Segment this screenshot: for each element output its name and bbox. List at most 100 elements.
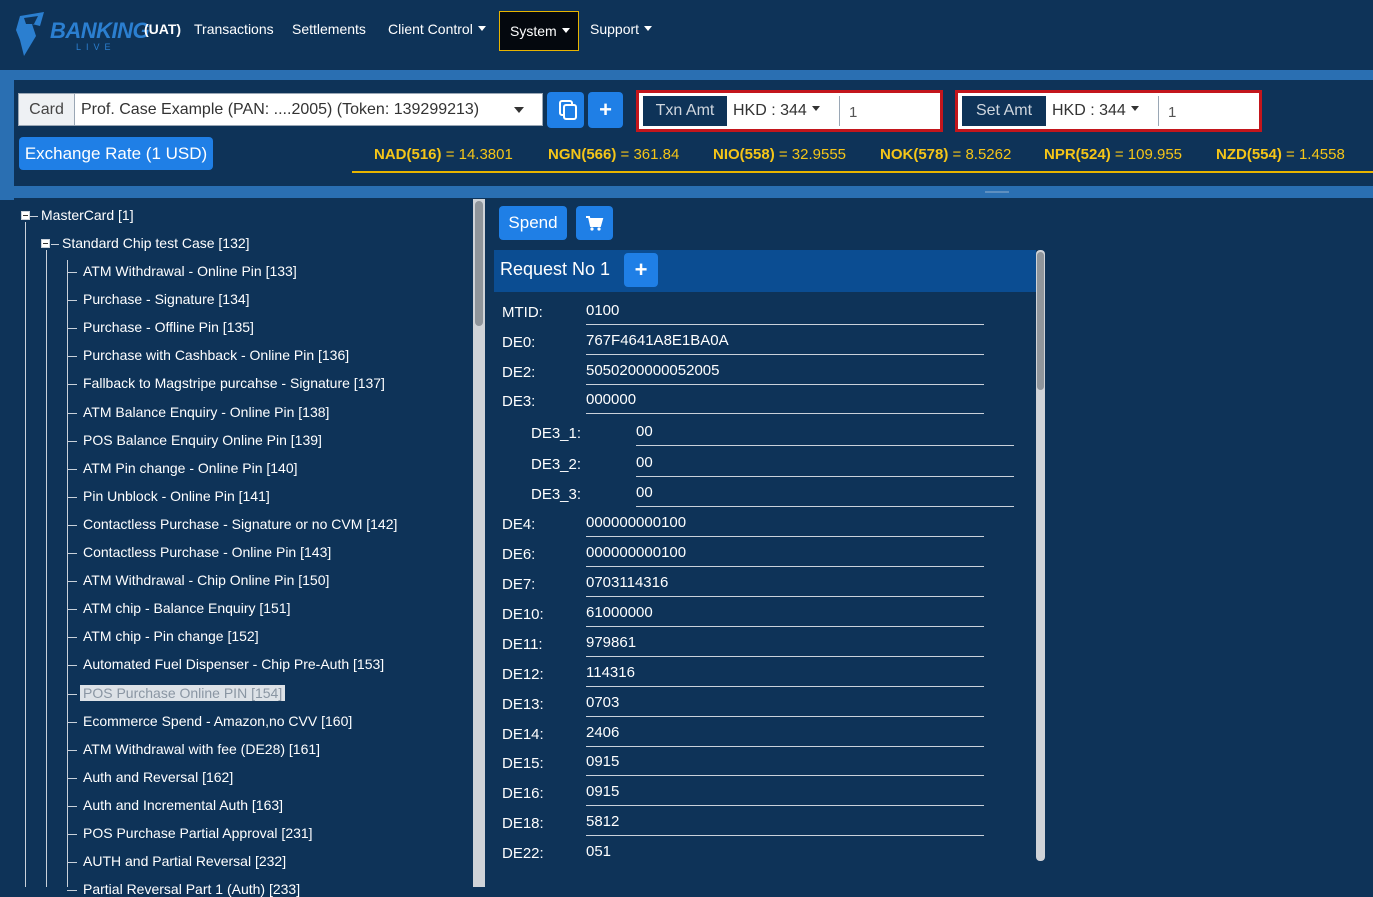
tree-branch-line [67, 834, 77, 835]
field-value-input[interactable]: 000000000100 [586, 544, 984, 567]
field-value-input[interactable]: 00 [636, 454, 1014, 477]
exchange-rate-button[interactable]: Exchange Rate (1 USD) [19, 137, 213, 170]
nav-system[interactable]: System [499, 11, 579, 51]
resize-handle[interactable] [985, 191, 1009, 193]
cart-button[interactable] [576, 206, 613, 240]
tree-group-standard-chip[interactable]: Standard Chip test Case [132] [62, 235, 250, 251]
field-label: DE11: [502, 636, 543, 653]
tree-item[interactable]: Purchase with Cashback - Online Pin [136… [83, 347, 349, 363]
field-label: DE10: [502, 606, 544, 623]
rate-item: NAD(516) = 14.3801 [374, 146, 513, 163]
chevron-down-icon [644, 25, 653, 31]
tree-item[interactable]: Auth and Reversal [162] [83, 769, 233, 785]
card-selector[interactable]: Card Prof. Case Example (PAN: ....2005) … [18, 93, 543, 126]
request-title: Request No 1 [500, 259, 611, 279]
txn-amt-label: Txn Amt [643, 96, 727, 126]
collapse-icon[interactable] [41, 239, 50, 248]
field-value-input[interactable]: 61000000 [586, 604, 984, 627]
set-currency-select[interactable]: HKD : 344 [1046, 96, 1159, 126]
tree-branch-line [67, 693, 77, 695]
tree-branch-line [67, 862, 77, 864]
tree-item[interactable]: Purchase - Signature [134] [83, 291, 250, 307]
field-value-input[interactable]: 2406 [586, 724, 984, 747]
field-value-input[interactable]: 0703 [586, 694, 984, 717]
toolbar-bottom-border [0, 186, 1373, 198]
tree-branch-line [67, 581, 77, 583]
txn-amount-group: Txn Amt HKD : 344 1 [636, 90, 943, 132]
add-request-button[interactable]: + [624, 253, 658, 287]
nav-client-control[interactable]: Client Control [388, 21, 486, 37]
tree-item[interactable]: ATM Pin change - Online Pin [140] [83, 460, 298, 476]
chevron-down-icon [811, 106, 820, 112]
field-value-input[interactable]: 00 [636, 484, 1014, 507]
collapse-icon[interactable] [21, 211, 30, 220]
tree-branch-line [67, 890, 77, 892]
tree-item[interactable]: POS Purchase Online PIN [154] [80, 684, 286, 701]
logo-mark-icon [16, 12, 44, 56]
field-value-input[interactable]: 5050200000052005 [586, 362, 984, 385]
toolbar-left-border [0, 80, 14, 200]
field-value-input[interactable]: 767F4641A8E1BA0A [586, 332, 984, 355]
panel-divider[interactable] [486, 198, 494, 887]
field-label: DE3_3: [531, 486, 582, 503]
toolbar-top-border [0, 70, 1373, 80]
copy-card-button[interactable] [547, 92, 584, 128]
field-value-input[interactable]: 00 [636, 423, 1014, 446]
rate-item: NGN(566) = 361.84 [548, 146, 680, 163]
tree-branch-line [67, 524, 77, 526]
spend-button[interactable]: Spend [499, 206, 567, 240]
field-value-input[interactable]: 5812 [586, 813, 984, 836]
tree-scrollbar-thumb[interactable] [475, 201, 483, 326]
field-label: DE3: [502, 393, 536, 410]
tree-branch-line [67, 777, 77, 779]
set-amount-input[interactable]: 1 [1168, 96, 1258, 126]
banking-live-logo[interactable]: BANKING LIVE [14, 8, 150, 60]
nav-transactions[interactable]: Transactions [194, 21, 274, 37]
field-value-input[interactable]: 114316 [586, 664, 984, 687]
card-select-value[interactable]: Prof. Case Example (PAN: ....2005) (Toke… [81, 94, 479, 125]
nav-settlements[interactable]: Settlements [292, 21, 366, 37]
tree-item[interactable]: ATM chip - Balance Enquiry [151] [83, 600, 291, 616]
tree-root-mastercard[interactable]: MasterCard [1] [41, 207, 134, 223]
tree-item[interactable]: Ecommerce Spend - Amazon,no CVV [160] [83, 713, 352, 729]
tree-item[interactable]: ATM Balance Enquiry - Online Pin [138] [83, 404, 329, 420]
tree-item[interactable]: POS Balance Enquiry Online Pin [139] [83, 432, 322, 448]
txn-currency-select[interactable]: HKD : 344 [727, 96, 840, 126]
tree-branch-line [67, 412, 77, 414]
field-value-input[interactable]: 979861 [586, 634, 984, 657]
request-scrollbar-thumb[interactable] [1037, 252, 1044, 390]
chevron-down-icon[interactable] [514, 107, 524, 113]
txn-amount-input[interactable]: 1 [849, 96, 939, 126]
field-label: DE7: [502, 576, 536, 593]
tree-item[interactable]: Contactless Purchase - Online Pin [143] [83, 544, 331, 560]
field-label: DE18: [502, 815, 544, 832]
tree-item[interactable]: Fallback to Magstripe purcahse - Signatu… [83, 375, 385, 391]
field-value-input[interactable]: 0703114316 [586, 574, 984, 597]
tree-item[interactable]: POS Purchase Partial Approval [231] [83, 825, 313, 841]
tree-item[interactable]: Automated Fuel Dispenser - Chip Pre-Auth… [83, 656, 384, 672]
tree-item[interactable]: Purchase - Offline Pin [135] [83, 319, 254, 335]
chevron-down-icon [561, 27, 570, 33]
field-value-input[interactable]: 0100 [586, 302, 984, 325]
tree-branch-line [67, 749, 77, 751]
tree-item[interactable]: ATM Withdrawal - Chip Online Pin [150] [83, 572, 329, 588]
tree-item[interactable]: ATM chip - Pin change [152] [83, 628, 259, 644]
tree-item[interactable]: Auth and Incremental Auth [163] [83, 797, 283, 813]
field-value-input[interactable]: 000000 [586, 391, 984, 414]
tree-item[interactable]: Pin Unblock - Online Pin [141] [83, 488, 270, 504]
field-label: DE16: [502, 785, 544, 802]
add-card-button[interactable]: + [588, 92, 623, 128]
tree-item[interactable]: ATM Withdrawal - Online Pin [133] [83, 263, 297, 279]
field-value-input[interactable]: 051 [586, 843, 984, 866]
card-label: Card [19, 94, 75, 125]
field-value-input[interactable]: 0915 [586, 753, 984, 776]
tree-item[interactable]: Partial Reversal Part 1 (Auth) [233] [83, 881, 300, 897]
tree-item[interactable]: Contactless Purchase - Signature or no C… [83, 516, 397, 532]
field-value-input[interactable]: 000000000100 [586, 514, 984, 537]
field-value-input[interactable]: 0915 [586, 783, 984, 806]
tree-item[interactable]: AUTH and Partial Reversal [232] [83, 853, 286, 869]
exchange-rate-ticker: NAD(516) = 14.3801 NGN(566) = 361.84 NIO… [352, 141, 1373, 173]
tree-item[interactable]: ATM Withdrawal with fee (DE28) [161] [83, 741, 320, 757]
tree-branch-line [30, 216, 38, 217]
nav-support[interactable]: Support [590, 21, 653, 37]
